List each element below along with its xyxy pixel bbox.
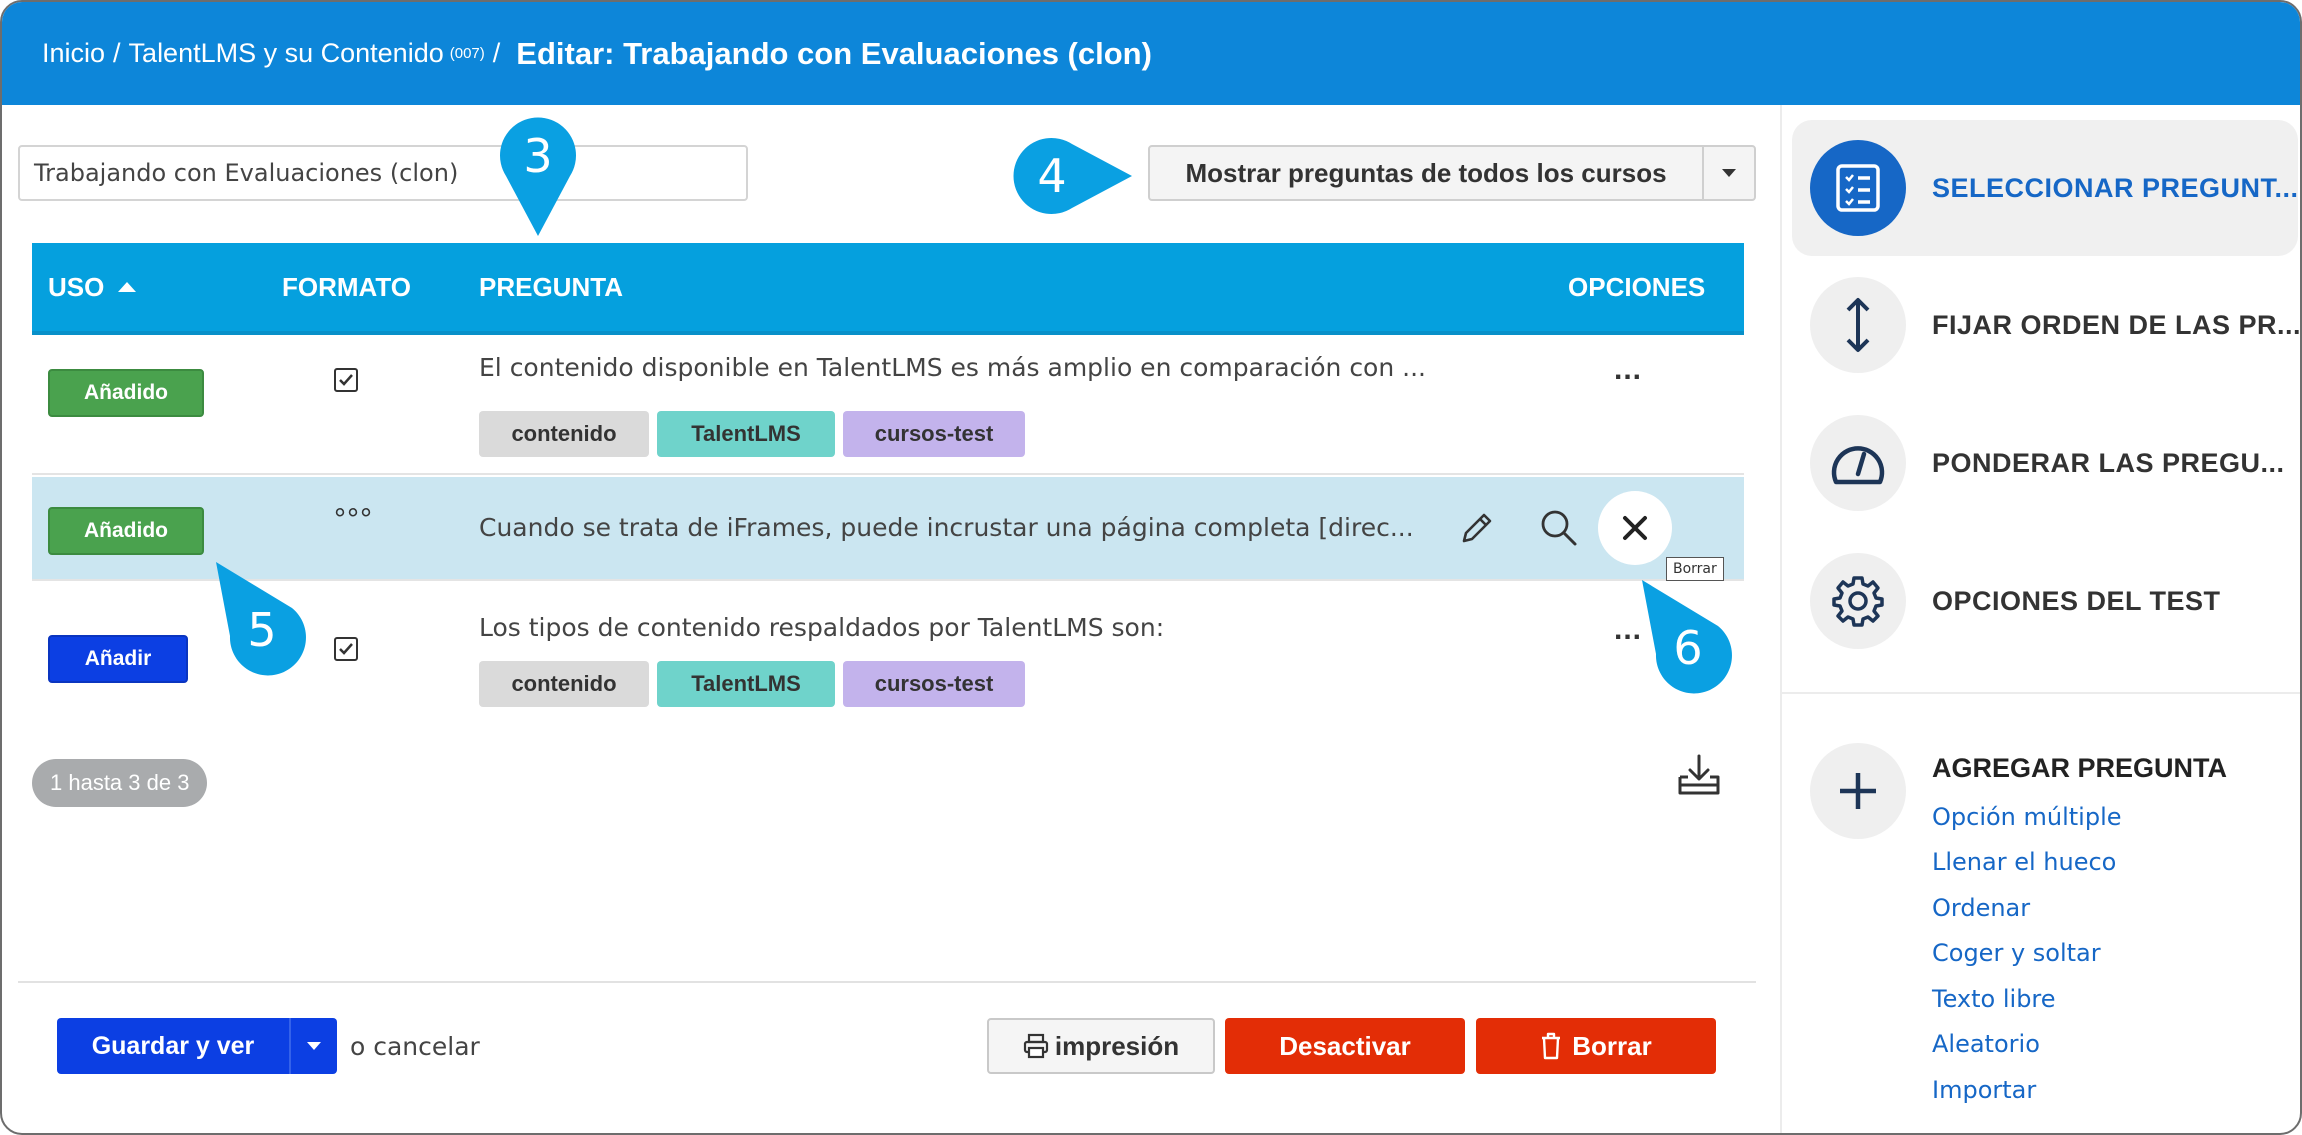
annotation-6-number: 6 <box>1673 621 1703 675</box>
annotation-5-number: 5 <box>247 603 277 657</box>
sidebar-item-weight-questions[interactable]: PONDERAR LAS PREGU... <box>1792 395 2298 531</box>
checkbox-icon <box>334 368 358 392</box>
annotation-3: 3 <box>498 117 578 238</box>
gauge-icon <box>1810 415 1906 511</box>
sidebar-item-label: PONDERAR LAS PREGU... <box>1932 447 2285 478</box>
column-opciones: OPCIONES <box>1568 271 1706 302</box>
ordering-dots-icon: °°° <box>334 503 373 536</box>
printer-icon <box>1023 1033 1048 1059</box>
delete-button[interactable]: Borrar <box>1476 1018 1716 1074</box>
gear-icon <box>1810 553 1906 649</box>
tag[interactable]: TalentLMS <box>657 411 835 457</box>
status-added-button[interactable]: Añadido <box>48 369 204 417</box>
question-text[interactable]: Los tipos de contenido respaldados por T… <box>479 613 1164 642</box>
sidebar-item-set-order[interactable]: FIJAR ORDEN DE LAS PR... <box>1792 257 2302 393</box>
add-question-section: AGREGAR PREGUNTA Opción múltiple Llenar … <box>1810 743 2227 1113</box>
save-and-view-button[interactable]: Guardar y ver <box>57 1018 289 1074</box>
save-split-button: Guardar y ver <box>57 1018 337 1074</box>
chevron-down-icon <box>1722 169 1736 177</box>
print-label: impresión <box>1054 1030 1180 1061</box>
tag-list: contenido TalentLMS cursos-test <box>479 661 1025 707</box>
tag[interactable]: contenido <box>479 661 649 707</box>
annotation-4: 4 <box>1013 136 1134 216</box>
column-pregunta[interactable]: PREGUNTA <box>479 243 623 331</box>
page-title: Editar: Trabajando con Evaluaciones (clo… <box>516 35 1152 71</box>
annotation-6: 6 <box>1638 576 1732 694</box>
question-text[interactable]: El contenido disponible en TalentLMS es … <box>479 353 1426 382</box>
format-cell <box>334 368 358 392</box>
add-multiple-choice-link[interactable]: Opción múltiple <box>1932 794 2227 840</box>
column-uso-label: USO <box>48 271 105 302</box>
sidebar-item-select-questions[interactable]: SELECCIONAR PREGUNT... <box>1792 120 2298 256</box>
deactivate-button[interactable]: Desactivar <box>1225 1018 1465 1074</box>
table-row: Añadido El contenido disponible en Talen… <box>32 335 1744 475</box>
status-added-button[interactable]: Añadido <box>48 507 204 555</box>
add-ordering-link[interactable]: Ordenar <box>1932 885 2227 931</box>
column-uso[interactable]: USO <box>48 243 137 331</box>
question-list-icon <box>1810 140 1906 236</box>
format-cell <box>334 637 358 661</box>
add-fill-gap-link[interactable]: Llenar el hueco <box>1932 840 2227 886</box>
course-filter-caret[interactable] <box>1704 147 1754 199</box>
question-text[interactable]: Cuando se trata de iFrames, puede incrus… <box>479 513 1414 542</box>
plus-icon[interactable] <box>1810 743 1906 839</box>
chevron-down-icon <box>307 1042 321 1050</box>
sidebar-item-test-options[interactable]: OPCIONES DEL TEST <box>1792 533 2298 669</box>
edit-question-button[interactable] <box>1452 503 1502 553</box>
sort-asc-icon <box>118 282 137 292</box>
annotation-4-number: 4 <box>1037 149 1067 203</box>
column-formato[interactable]: FORMATO <box>282 243 411 331</box>
course-filter-dropdown[interactable]: Mostrar preguntas de todos los cursos <box>1148 145 1756 201</box>
checkbox-icon <box>334 637 358 661</box>
save-options-caret[interactable] <box>289 1018 337 1074</box>
format-cell: °°° <box>334 503 373 537</box>
add-random-link[interactable]: Aleatorio <box>1932 1022 2227 1068</box>
sidebar-item-label: SELECCIONAR PREGUNT... <box>1932 172 2299 203</box>
tag[interactable]: TalentLMS <box>657 661 835 707</box>
tag[interactable]: contenido <box>479 411 649 457</box>
import-questions-link[interactable]: Importar <box>1932 1067 2227 1113</box>
breadcrumb-course-code: (007) <box>449 45 485 62</box>
sidebar-item-label: FIJAR ORDEN DE LAS PR... <box>1932 309 2302 340</box>
status-add-button[interactable]: Añadir <box>48 635 188 683</box>
page-header: Inicio / TalentLMS y su Contenido (007) … <box>2 2 2300 105</box>
add-drag-drop-link[interactable]: Coger y soltar <box>1932 931 2227 977</box>
pagination-info: 1 hasta 3 de 3 <box>32 759 208 807</box>
app-frame: Inicio / TalentLMS y su Contenido (007) … <box>0 0 2302 1135</box>
breadcrumb-separator: / <box>113 38 121 68</box>
print-button[interactable]: impresión <box>987 1018 1215 1074</box>
delete-label: Borrar <box>1572 1030 1652 1061</box>
annotation-3-number: 3 <box>523 129 553 183</box>
test-sidebar: SELECCIONAR PREGUNT... FIJAR ORDEN DE LA… <box>1780 105 2302 1133</box>
footer-divider <box>18 981 1756 983</box>
tag-list: contenido TalentLMS cursos-test <box>479 411 1025 457</box>
tag[interactable]: cursos-test <box>843 661 1025 707</box>
annotation-5: 5 <box>212 558 306 676</box>
course-filter-label[interactable]: Mostrar preguntas de todos los cursos <box>1150 147 1704 199</box>
add-question-types: AGREGAR PREGUNTA Opción múltiple Llenar … <box>1932 743 2227 1113</box>
breadcrumb-course[interactable]: TalentLMS y su Contenido <box>129 38 444 69</box>
remove-question-button[interactable] <box>1598 491 1672 565</box>
cancel-link[interactable]: o cancelar <box>350 1018 480 1074</box>
add-question-title: AGREGAR PREGUNTA <box>1932 753 2228 783</box>
trash-icon <box>1542 1032 1561 1060</box>
magnifier-icon <box>1541 510 1577 546</box>
breadcrumb-home[interactable]: Inicio <box>42 38 105 69</box>
breadcrumb-separator: / <box>492 38 501 68</box>
test-name-input[interactable]: Trabajando con Evaluaciones (clon) <box>18 145 748 201</box>
sidebar-divider <box>1782 692 2300 694</box>
vertical-arrows-icon <box>1810 277 1906 373</box>
preview-question-button[interactable] <box>1534 503 1584 553</box>
row-options-button[interactable]: ... <box>1614 353 1642 387</box>
download-icon <box>1678 754 1720 795</box>
add-free-text-link[interactable]: Texto libre <box>1932 976 2227 1022</box>
questions-table-header: USO FORMATO PREGUNTA OPCIONES <box>32 243 1744 335</box>
tag[interactable]: cursos-test <box>843 411 1025 457</box>
pencil-icon <box>1462 513 1492 543</box>
close-icon <box>1623 516 1647 540</box>
export-button[interactable] <box>1676 753 1722 802</box>
sidebar-item-label: OPCIONES DEL TEST <box>1932 585 2221 616</box>
